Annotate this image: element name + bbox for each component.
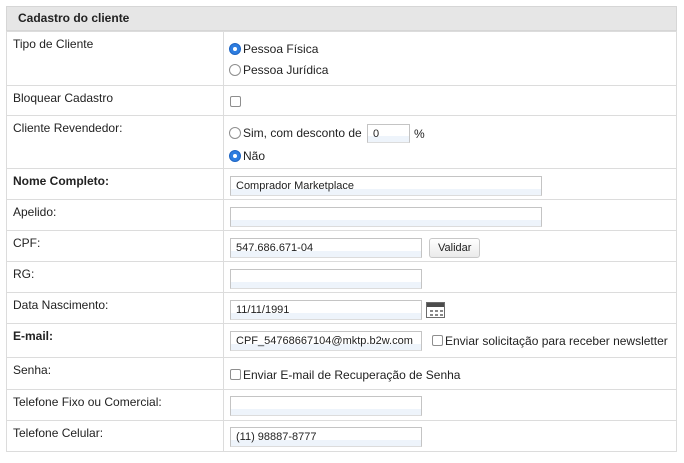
row-apelido: Apelido:: [6, 199, 677, 231]
section-title: Cadastro do cliente: [6, 6, 677, 31]
bloquear-checkbox[interactable]: [230, 96, 241, 107]
row-bloquear: Bloquear Cadastro: [6, 85, 677, 116]
label-telefone-celular: Telefone Celular:: [6, 420, 224, 452]
nome-input[interactable]: [230, 176, 542, 196]
radio-selected-icon[interactable]: [229, 149, 241, 162]
calendar-icon[interactable]: [426, 302, 445, 318]
row-senha: Senha: Enviar E-mail de Recuperação de S…: [6, 357, 677, 390]
row-telefone-fixo: Telefone Fixo ou Comercial:: [6, 389, 677, 421]
radio-revendedor-sim[interactable]: Sim, com desconto de: [229, 125, 362, 140]
cpf-input[interactable]: [230, 238, 422, 258]
label-apelido: Apelido:: [6, 199, 224, 231]
discount-input[interactable]: [367, 124, 410, 143]
label-bloquear: Bloquear Cadastro: [6, 85, 224, 116]
radio-revendedor-nao[interactable]: Não: [229, 148, 265, 163]
row-cpf: CPF: Validar: [6, 230, 677, 262]
label-senha: Senha:: [6, 357, 224, 390]
row-tipo-cliente: Tipo de Cliente Pessoa Física Pessoa Jur…: [6, 31, 677, 86]
row-revendedor: Cliente Revendedor: Sim, com desconto de…: [6, 115, 677, 169]
customer-form: Cadastro do cliente Tipo de Cliente Pess…: [0, 0, 684, 463]
nascimento-input[interactable]: [230, 300, 422, 320]
newsletter-option[interactable]: Enviar solicitação para receber newslett…: [432, 333, 668, 348]
recovery-checkbox[interactable]: [230, 369, 241, 381]
telefone-fixo-input[interactable]: [230, 396, 422, 416]
newsletter-checkbox[interactable]: [432, 335, 443, 347]
label-telefone-fixo: Telefone Fixo ou Comercial:: [6, 389, 224, 421]
label-revendedor: Cliente Revendedor:: [6, 115, 224, 169]
percent-sign: %: [414, 127, 425, 141]
validate-cpf-button[interactable]: Validar: [429, 238, 481, 258]
recovery-option[interactable]: Enviar E-mail de Recuperação de Senha: [230, 367, 460, 382]
radio-pessoa-fisica[interactable]: Pessoa Física: [229, 41, 318, 56]
rg-input[interactable]: [230, 269, 422, 289]
radio-unselected-icon[interactable]: [229, 63, 241, 76]
label-cpf: CPF:: [6, 230, 224, 262]
apelido-input[interactable]: [230, 207, 542, 227]
label-rg: RG:: [6, 261, 224, 293]
radio-selected-icon[interactable]: [229, 42, 241, 55]
row-nascimento: Data Nascimento:: [6, 292, 677, 324]
telefone-celular-input[interactable]: [230, 427, 422, 447]
label-nascimento: Data Nascimento:: [6, 292, 224, 324]
row-telefone-celular: Telefone Celular:: [6, 420, 677, 452]
radio-unselected-icon[interactable]: [229, 126, 241, 139]
label-tipo-cliente: Tipo de Cliente: [6, 31, 224, 86]
label-email: E-mail:: [6, 323, 224, 358]
row-email: E-mail: Enviar solicitação para receber …: [6, 323, 677, 358]
email-input[interactable]: [230, 331, 422, 351]
customer-form-table: Tipo de Cliente Pessoa Física Pessoa Jur…: [6, 31, 677, 452]
radio-pessoa-juridica[interactable]: Pessoa Jurídica: [229, 62, 328, 77]
label-nome: Nome Completo:: [6, 168, 224, 200]
row-rg: RG:: [6, 261, 677, 293]
row-nome: Nome Completo:: [6, 168, 677, 200]
